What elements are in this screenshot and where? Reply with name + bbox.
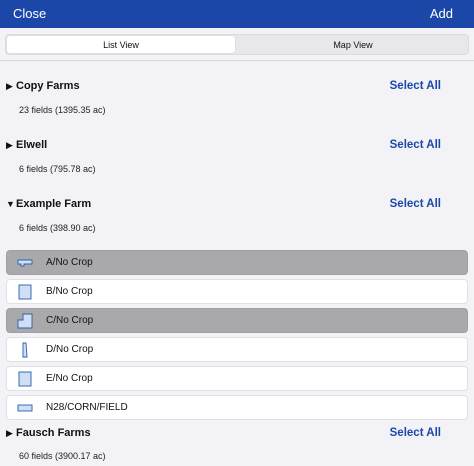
field-row-e[interactable]: E/No Crop	[6, 366, 468, 391]
field-boundary-l-shape-icon	[17, 259, 33, 267]
field-boundary-narrow-icon	[22, 342, 28, 358]
field-label: E/No Crop	[46, 373, 93, 384]
view-toggle: List View Map View	[5, 34, 469, 55]
add-button[interactable]: Add	[430, 6, 453, 21]
divider	[0, 60, 474, 61]
field-row-b[interactable]: B/No Crop	[6, 279, 468, 304]
field-row-c[interactable]: C/No Crop	[6, 308, 468, 333]
top-nav-bar: Close Add	[0, 0, 474, 28]
list-view-tab[interactable]: List View	[7, 36, 235, 53]
field-label: B/No Crop	[46, 286, 93, 297]
field-label: N28/CORN/FIELD	[46, 402, 128, 413]
farm-summary: 23 fields (1395.35 ac)	[19, 105, 106, 115]
farm-header-copy-farms[interactable]: ▶ Copy Farms Select All	[0, 78, 474, 96]
farm-summary: 6 fields (795.78 ac)	[19, 164, 96, 174]
farm-summary: 6 fields (398.90 ac)	[19, 223, 96, 233]
field-row-d[interactable]: D/No Crop	[6, 337, 468, 362]
farm-name: Copy Farms	[16, 80, 80, 92]
field-label: D/No Crop	[46, 344, 94, 355]
farm-header-example-farm[interactable]: ▼ Example Farm Select All	[0, 196, 474, 214]
close-button[interactable]: Close	[13, 6, 46, 21]
collapsed-triangle-icon: ▶	[6, 140, 13, 150]
field-row-n28[interactable]: N28/CORN/FIELD	[6, 395, 468, 420]
expanded-triangle-icon: ▼	[6, 199, 15, 209]
select-all-button[interactable]: Select All	[390, 427, 441, 439]
collapsed-triangle-icon: ▶	[6, 428, 13, 438]
farm-name: Elwell	[16, 139, 48, 151]
map-view-tab[interactable]: Map View	[239, 36, 467, 53]
farm-header-fausch-farms[interactable]: ▶ Fausch Farms Select All	[0, 425, 474, 443]
farm-summary: 60 fields (3900.17 ac)	[19, 451, 106, 461]
select-all-button[interactable]: Select All	[390, 80, 441, 92]
field-boundary-square-icon	[18, 371, 32, 387]
farm-header-elwell[interactable]: ▶ Elwell Select All	[0, 137, 474, 155]
collapsed-triangle-icon: ▶	[6, 81, 13, 91]
field-label: A/No Crop	[46, 257, 93, 268]
field-row-a[interactable]: A/No Crop	[6, 250, 468, 275]
field-label: C/No Crop	[46, 315, 94, 326]
field-boundary-stepped-icon	[17, 313, 33, 329]
farm-name: Example Farm	[16, 198, 92, 210]
field-boundary-rectangle-icon	[17, 404, 33, 412]
select-all-button[interactable]: Select All	[390, 198, 441, 210]
field-boundary-square-icon	[18, 284, 32, 300]
select-all-button[interactable]: Select All	[390, 139, 441, 151]
farm-name: Fausch Farms	[16, 427, 91, 439]
